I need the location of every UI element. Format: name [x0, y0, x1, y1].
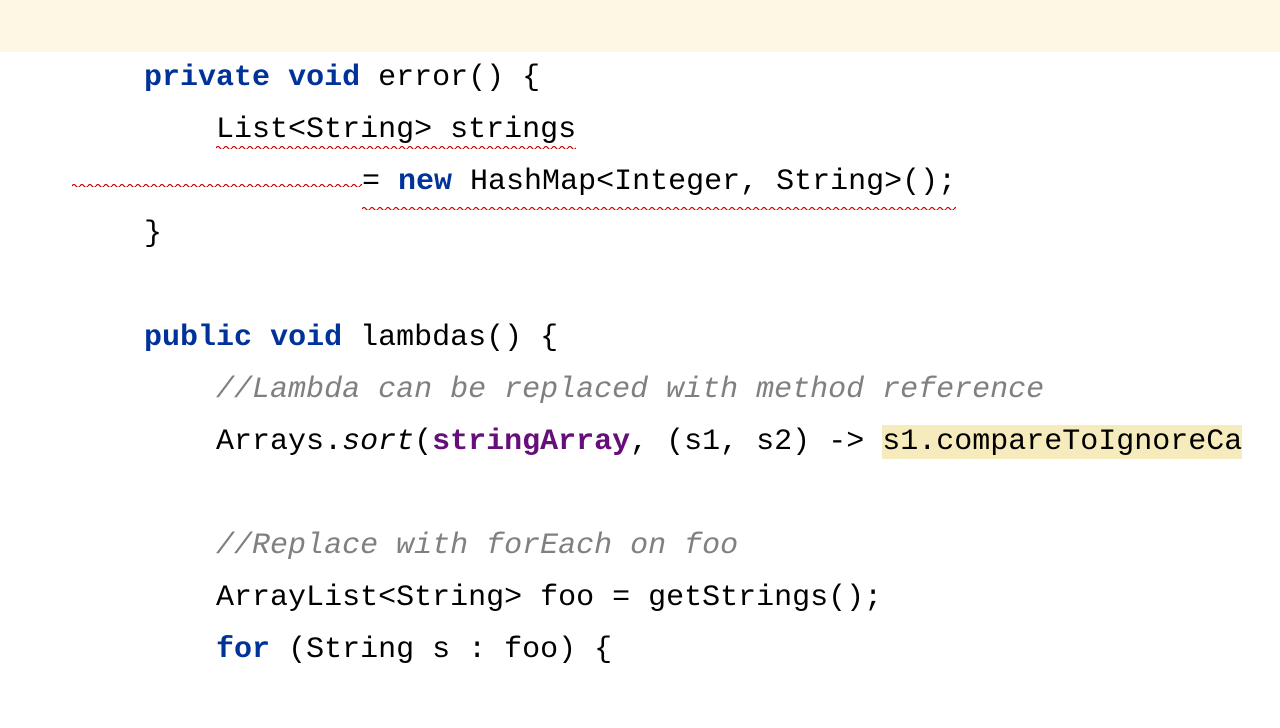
field-ref: stringArray: [432, 425, 630, 459]
code-line[interactable]: [0, 208, 1280, 260]
indent: [72, 321, 144, 355]
indent: [72, 633, 216, 667]
code-line[interactable]: private void error() {: [0, 0, 1280, 52]
comment: //Lambda can be replaced with method ref…: [216, 373, 1044, 407]
method-name: lambdas: [360, 321, 486, 355]
indent: [72, 425, 216, 459]
method-call: sort: [342, 425, 414, 459]
indent: [72, 581, 216, 615]
class-ref: Arrays.: [216, 425, 342, 459]
indent: [72, 529, 216, 563]
code-line[interactable]: //Replace with forEach on foo: [0, 468, 1280, 520]
code-editor[interactable]: private void error() { List<String> stri…: [0, 0, 1280, 648]
code-line[interactable]: public void lambdas() {: [0, 260, 1280, 312]
method-name: error: [378, 61, 468, 95]
warning-highlight: s1.compareToIgnoreCa: [882, 425, 1242, 459]
indent: [72, 61, 144, 95]
keyword-void: void: [270, 321, 342, 355]
indent: [72, 373, 216, 407]
indent: [72, 217, 144, 251]
brace: }: [144, 217, 162, 251]
error-text: List<String> strings: [216, 113, 576, 149]
comment: //Replace with forEach on foo: [216, 529, 738, 563]
error-squiggle: [72, 179, 362, 187]
keyword-public: public: [144, 321, 252, 355]
keyword-private: private: [144, 61, 270, 95]
keyword-new: new: [398, 165, 452, 199]
statement: ArrayList<String> foo = getStrings();: [216, 581, 882, 615]
error-text: HashMap<Integer, String>();: [452, 165, 956, 199]
for-header: (String s : foo) {: [270, 633, 612, 667]
keyword-for: for: [216, 633, 270, 667]
indent: [72, 113, 216, 147]
keyword-void: void: [288, 61, 360, 95]
